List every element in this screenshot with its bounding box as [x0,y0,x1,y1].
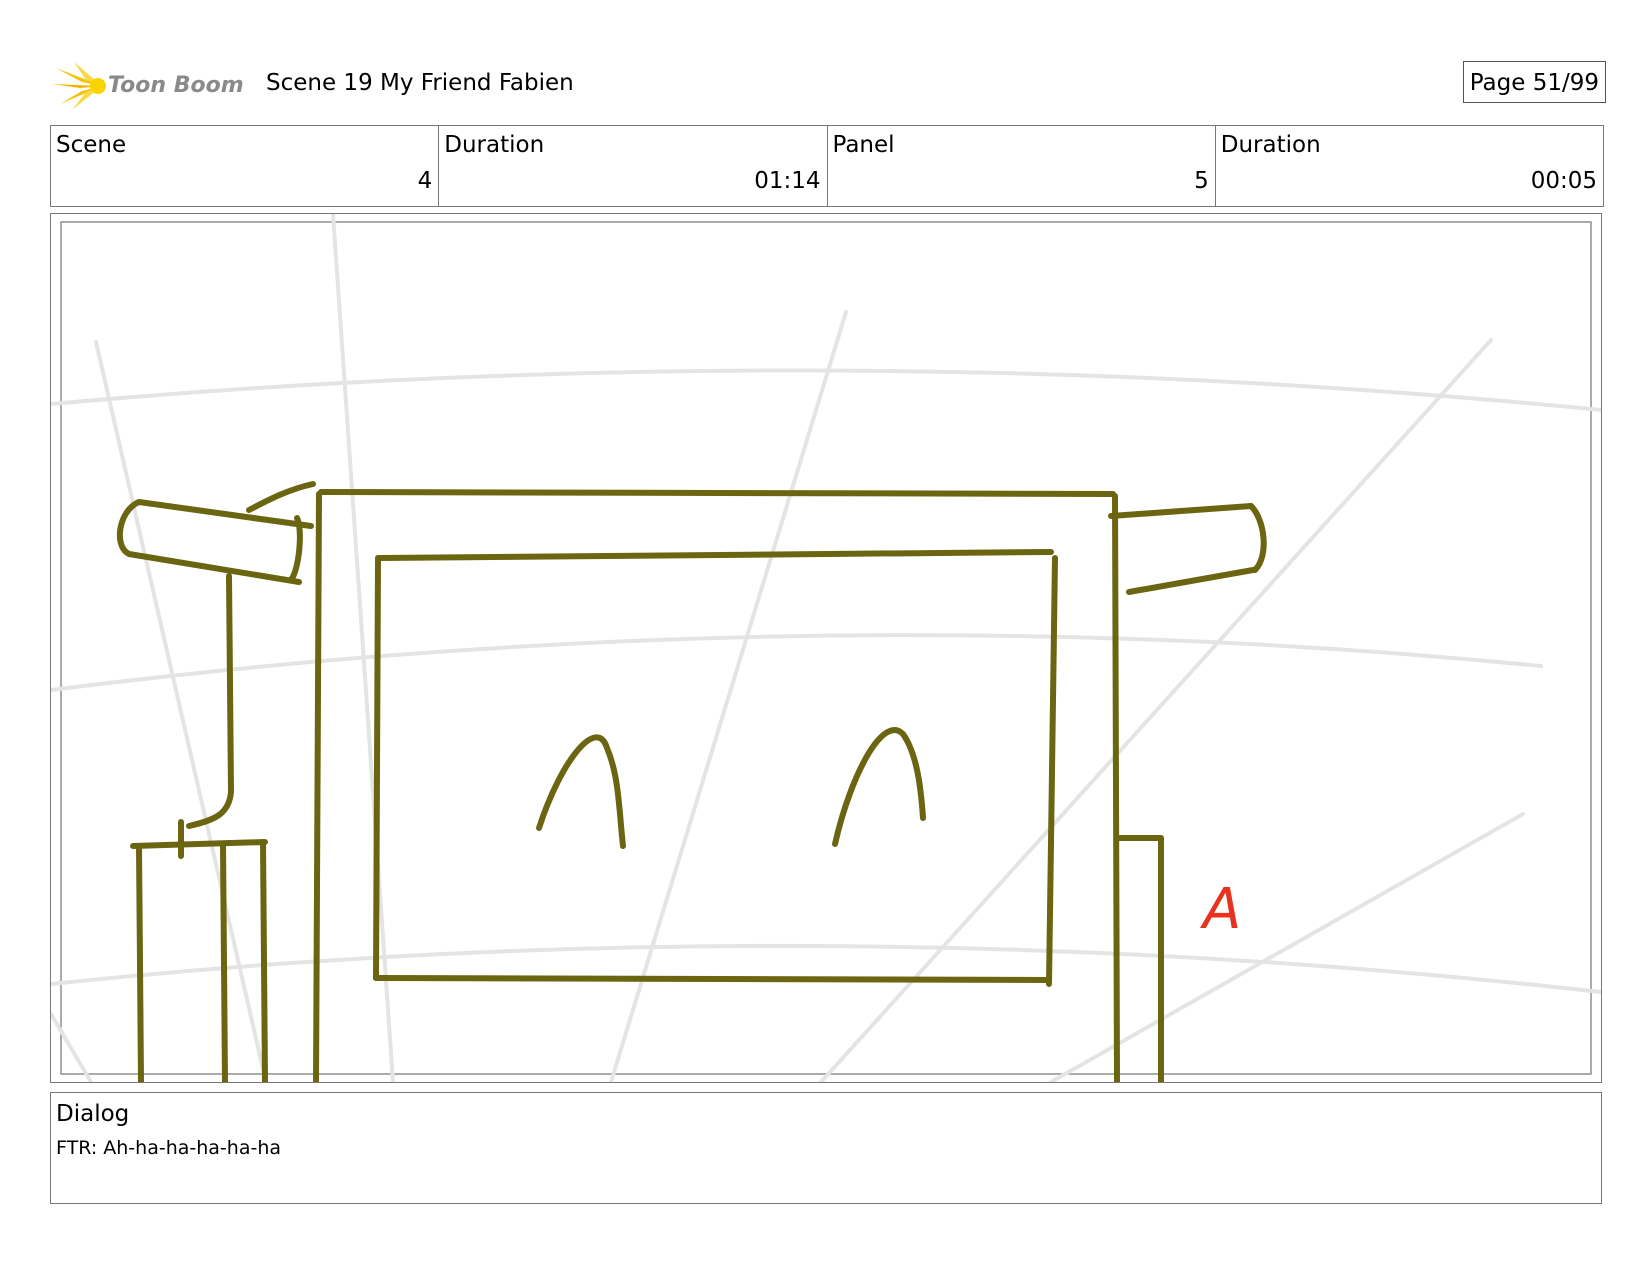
info-cell-scene: Scene 4 [51,126,440,206]
scene-title: Scene 19 My Friend Fabien [266,70,574,96]
logo-text: Toon Boom [108,73,244,98]
left-bracket [246,481,316,513]
info-table: Scene 4 Duration 01:14 Panel 5 Duration … [50,125,1604,207]
dialog-label: Dialog [56,1101,130,1127]
inner-frame-right [1046,555,1058,987]
left-box-edge-1 [136,843,144,1082]
window-right-post [1112,493,1120,1082]
info-cell-panel-duration: Duration 00:05 [1216,126,1603,206]
storyboard-header: Toon Boom Scene 19 My Friend Fabien Page… [52,58,1606,112]
info-label: Scene [56,132,127,158]
window-top-edge [318,489,1116,497]
right-pipe-bottom [1126,567,1256,595]
right-box [1114,835,1164,1082]
annotation-letter: A [1200,877,1241,942]
left-pipe-top [136,499,314,529]
perspective-guides [51,214,1601,1082]
inner-frame-left [373,557,381,981]
right-eye [832,727,926,847]
left-support-rod [186,573,234,829]
left-box-edge-3 [260,839,268,1082]
left-box-edge-2 [220,841,228,1082]
inner-frame-bottom [373,975,1052,983]
starburst-icon [52,62,106,110]
left-eye [536,734,626,849]
info-label: Duration [444,132,545,158]
info-label: Panel [832,132,895,158]
page-indicator: Page 51/99 [1462,61,1606,103]
info-value: 01:14 [754,168,821,194]
storyboard-panel: A [50,213,1602,1083]
inner-frame-top [375,549,1054,561]
info-value: 4 [417,168,433,194]
dialog-box: Dialog FTR: Ah-ha-ha-ha-ha-ha [50,1092,1602,1204]
info-cell-panel: Panel 5 [828,126,1216,206]
panel-sketch: A [51,214,1601,1082]
info-value: 00:05 [1530,168,1597,194]
right-pipe-top [1108,503,1254,519]
info-label: Duration [1220,132,1321,158]
right-pipe-end [1248,503,1267,573]
left-pipe-joint [288,515,303,583]
window-left-post [313,491,322,1082]
info-value: 5 [1194,168,1209,194]
info-cell-scene-duration: Duration 01:14 [439,126,828,206]
toon-boom-logo: Toon Boom [52,60,252,112]
left-pipe-bottom [126,551,302,585]
dialog-text: FTR: Ah-ha-ha-ha-ha-ha [56,1137,282,1159]
left-box-top [130,839,268,849]
